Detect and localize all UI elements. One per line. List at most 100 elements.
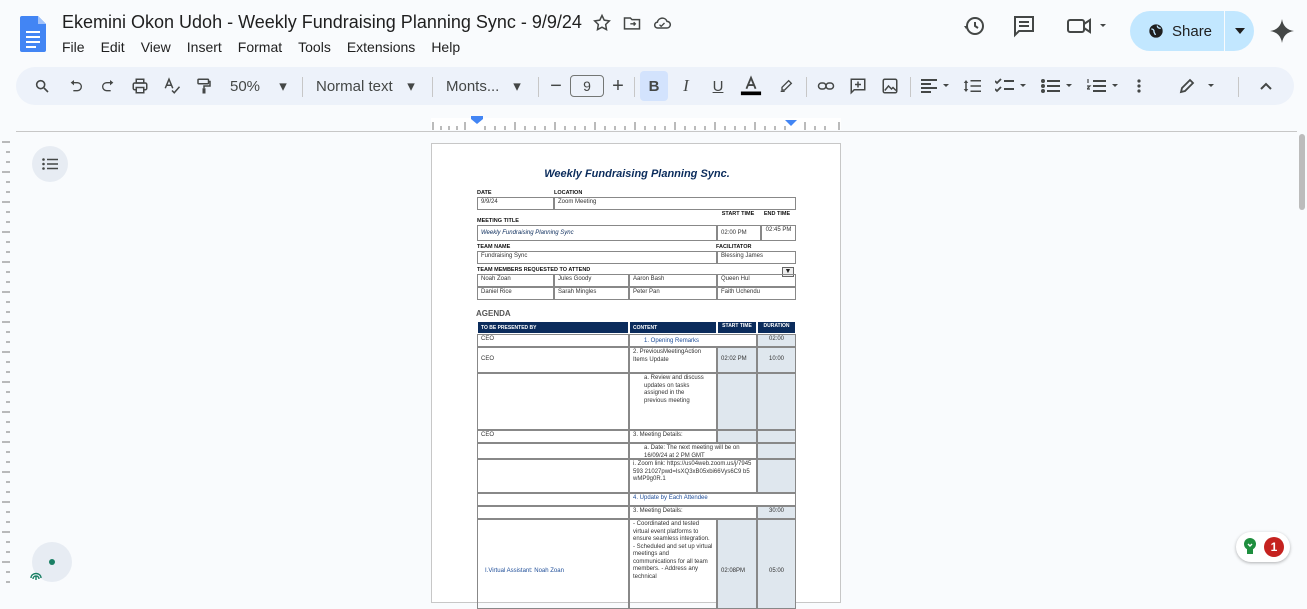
agenda-cell[interactable] bbox=[477, 443, 629, 459]
agenda-cell[interactable]: 05:00 bbox=[757, 519, 796, 609]
member-cell[interactable]: Daniel Rice bbox=[477, 287, 554, 300]
member-cell[interactable]: Noah Zoan bbox=[477, 274, 554, 287]
search-menus-icon[interactable] bbox=[30, 67, 54, 105]
print-icon[interactable] bbox=[128, 67, 152, 105]
agenda-cell[interactable]: 30:00 bbox=[757, 506, 796, 519]
numbered-list-icon[interactable] bbox=[1084, 67, 1124, 105]
meeting-title-value[interactable]: Weekly Fundraising Planning Sync bbox=[477, 225, 717, 241]
decrease-font-size-icon[interactable]: − bbox=[546, 67, 566, 105]
agenda-cell[interactable]: 02:08PM bbox=[717, 519, 757, 609]
editing-mode-icon[interactable] bbox=[1176, 67, 1220, 105]
agenda-cell[interactable]: a. Date: The next meeting will be on 16/… bbox=[629, 443, 757, 459]
member-cell[interactable]: Jules Goody bbox=[554, 274, 629, 287]
scrollbar-thumb[interactable] bbox=[1299, 134, 1305, 210]
agenda-cell[interactable]: 2. PreviousMeetingAction Items Update bbox=[629, 347, 717, 373]
cloud-status-icon[interactable] bbox=[652, 13, 672, 33]
menu-file[interactable]: File bbox=[62, 39, 85, 55]
increase-font-size-icon[interactable]: + bbox=[608, 67, 628, 105]
agenda-cell[interactable]: 1. Opening Remarks bbox=[629, 334, 757, 347]
agenda-cell[interactable] bbox=[757, 443, 796, 459]
insert-link-icon[interactable] bbox=[814, 67, 838, 105]
gemini-sparkle-icon[interactable] bbox=[1270, 19, 1294, 43]
member-cell[interactable]: Sarah Mingles bbox=[554, 287, 629, 300]
document-title[interactable]: Ekemini Okon Udoh - Weekly Fundraising P… bbox=[62, 12, 582, 33]
font-size-input[interactable]: 9 bbox=[570, 75, 604, 97]
member-cell[interactable]: Faith Uchendu bbox=[717, 287, 796, 300]
agenda-cell[interactable] bbox=[477, 459, 629, 493]
docs-logo-icon[interactable] bbox=[20, 16, 46, 52]
horizontal-ruler[interactable] bbox=[0, 112, 1307, 132]
agenda-cell[interactable]: CEO bbox=[477, 334, 629, 347]
member-cell[interactable]: Aaron Bash bbox=[629, 274, 717, 287]
menu-view[interactable]: View bbox=[141, 39, 171, 55]
checklist-icon[interactable] bbox=[992, 67, 1032, 105]
end-time-value[interactable]: 02:45 PM bbox=[761, 225, 796, 241]
bulleted-list-icon[interactable] bbox=[1038, 67, 1078, 105]
highlight-color-icon[interactable] bbox=[774, 67, 798, 105]
agenda-cell[interactable]: CEO bbox=[477, 347, 629, 373]
italic-button[interactable]: I bbox=[674, 67, 698, 105]
agenda-cell[interactable]: I.Virtual Assistant: Noah Zoan bbox=[477, 519, 629, 609]
agenda-cell[interactable]: 02:02 PM bbox=[717, 347, 757, 373]
align-icon[interactable] bbox=[918, 67, 954, 105]
member-cell[interactable]: Peter Pan bbox=[629, 287, 717, 300]
comments-icon[interactable] bbox=[1012, 14, 1036, 38]
agenda-cell[interactable] bbox=[717, 373, 757, 430]
start-time-value[interactable]: 02:00 PM bbox=[717, 225, 761, 241]
agenda-cell[interactable] bbox=[757, 430, 796, 443]
vertical-ruler[interactable] bbox=[0, 132, 16, 592]
agenda-cell[interactable] bbox=[757, 373, 796, 430]
agenda-cell[interactable] bbox=[477, 493, 629, 506]
insert-image-icon[interactable] bbox=[878, 67, 902, 105]
more-options-icon[interactable] bbox=[1130, 67, 1148, 105]
menu-format[interactable]: Format bbox=[238, 39, 282, 55]
spellcheck-icon[interactable] bbox=[160, 67, 184, 105]
undo-icon[interactable] bbox=[64, 67, 88, 105]
move-folder-icon[interactable] bbox=[622, 13, 642, 33]
share-button[interactable]: Share bbox=[1130, 11, 1254, 51]
underline-button[interactable]: U bbox=[706, 67, 730, 105]
meet-icon[interactable] bbox=[1066, 14, 1108, 38]
bold-button[interactable]: B bbox=[640, 71, 668, 101]
agenda-cell[interactable] bbox=[757, 459, 796, 493]
redo-icon[interactable] bbox=[96, 67, 120, 105]
menu-help[interactable]: Help bbox=[431, 39, 460, 55]
agenda-cell[interactable] bbox=[477, 506, 629, 519]
agenda-cell[interactable]: 4. Update by Each Attendee bbox=[629, 493, 796, 506]
location-value[interactable]: Zoom Meeting bbox=[554, 197, 796, 210]
agenda-cell[interactable] bbox=[477, 373, 629, 430]
facilitator-value[interactable]: Blessing James bbox=[717, 251, 796, 264]
agenda-cell[interactable]: i. Zoom link: https://us04web.zoom.us/j/… bbox=[629, 459, 757, 493]
agenda-cell[interactable]: 3. Meeting Details: bbox=[629, 430, 717, 443]
agenda-cell[interactable]: 02:00 bbox=[757, 334, 796, 347]
menu-extensions[interactable]: Extensions bbox=[347, 39, 415, 55]
menu-edit[interactable]: Edit bbox=[101, 39, 125, 55]
agenda-cell[interactable]: 10:00 bbox=[757, 347, 796, 373]
member-cell[interactable]: Queen Hul bbox=[717, 274, 796, 287]
chevron-down-icon[interactable]: ▾ bbox=[510, 67, 524, 105]
version-history-icon[interactable] bbox=[962, 14, 986, 38]
share-dropdown[interactable] bbox=[1224, 11, 1254, 51]
explore-button[interactable] bbox=[30, 542, 72, 582]
agenda-cell[interactable]: CEO bbox=[477, 430, 629, 443]
add-comment-icon[interactable] bbox=[846, 67, 870, 105]
agenda-cell[interactable] bbox=[717, 430, 757, 443]
team-name-value[interactable]: Fundraising Sync bbox=[477, 251, 717, 264]
chevron-down-icon[interactable]: ▾ bbox=[276, 67, 290, 105]
document-page[interactable]: Weekly Fundraising Planning Sync. DATE L… bbox=[431, 143, 841, 609]
paint-format-icon[interactable] bbox=[192, 67, 216, 105]
agenda-cell[interactable]: a. Review and discuss updates on tasks a… bbox=[629, 373, 717, 430]
font-select[interactable]: Monts... bbox=[446, 67, 506, 105]
collapse-toolbar-icon[interactable] bbox=[1254, 67, 1278, 105]
paragraph-style-select[interactable]: Normal text bbox=[316, 67, 396, 105]
text-color-icon[interactable] bbox=[738, 67, 764, 105]
star-icon[interactable] bbox=[592, 13, 612, 33]
document-outline-button[interactable] bbox=[32, 146, 68, 182]
suggestions-badge[interactable]: 1 bbox=[1236, 532, 1290, 562]
zoom-select[interactable]: 50% bbox=[228, 67, 262, 105]
menu-insert[interactable]: Insert bbox=[187, 39, 222, 55]
date-value[interactable]: 9/9/24 bbox=[477, 197, 554, 210]
line-spacing-icon[interactable] bbox=[960, 67, 984, 105]
menu-tools[interactable]: Tools bbox=[298, 39, 331, 55]
agenda-cell[interactable]: - Coordinated and tested virtual event p… bbox=[629, 519, 717, 609]
